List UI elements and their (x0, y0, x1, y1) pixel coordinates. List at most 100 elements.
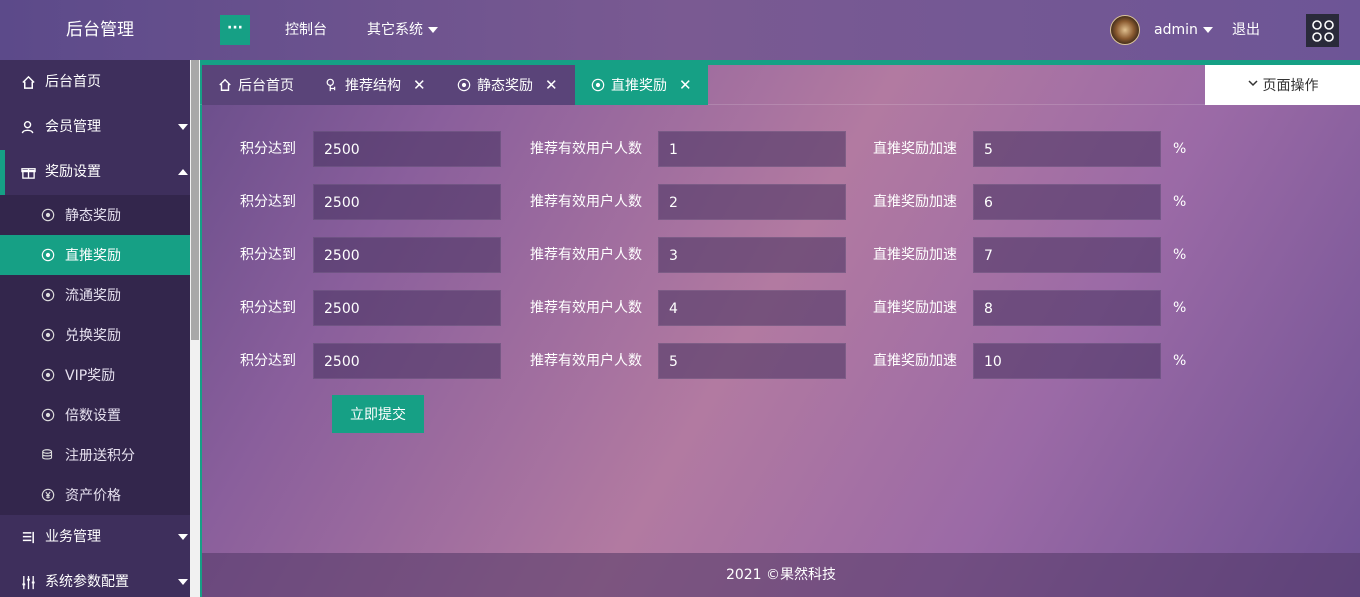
sidebar-subitem-label: 注册送积分 (65, 448, 135, 464)
sidebar-item-label: 业务管理 (45, 529, 101, 545)
users-input[interactable]: 4 (658, 290, 846, 326)
reward-rule-row: 积分达到 2500 推荐有效用户人数 5 直推奖励加速 10 % (202, 343, 1202, 379)
percent-label: % (1173, 353, 1187, 369)
sidebar-item-business[interactable]: 业务管理 (0, 515, 190, 560)
sidebar-subitem-label: VIP奖励 (65, 368, 116, 384)
tab-home[interactable]: 后台首页 (202, 65, 309, 105)
speed-input[interactable]: 7 (973, 237, 1161, 273)
speed-input[interactable]: 10 (973, 343, 1161, 379)
percent-label: % (1173, 194, 1187, 210)
page-operations-label: 页面操作 (1262, 78, 1319, 94)
sidebar-item-home[interactable]: 后台首页 (0, 60, 190, 105)
submit-button[interactable]: 立即提交 (332, 395, 424, 433)
settings-icon (40, 407, 56, 423)
points-label: 积分达到 (240, 194, 296, 210)
points-input[interactable]: 2500 (313, 131, 501, 167)
top-header: 后台管理 ··· 控制台 其它系统 admin 退出 (0, 0, 1360, 60)
sidebar-item-system-params[interactable]: 系统参数配置 (0, 560, 190, 597)
caret-down-icon (428, 27, 438, 33)
users-label: 推荐有效用户人数 (530, 247, 642, 263)
list-icon (20, 530, 36, 546)
settings-icon (40, 327, 56, 343)
database-icon (40, 447, 56, 463)
users-label: 推荐有效用户人数 (530, 353, 642, 369)
speed-label: 直推奖励加速 (873, 300, 957, 316)
sidebar-item-members[interactable]: 会员管理 (0, 105, 190, 150)
caret-down-icon (1202, 27, 1213, 33)
points-label: 积分达到 (240, 300, 296, 316)
settings-icon (591, 78, 605, 92)
chevron-down-icon (178, 579, 188, 585)
sidebar-subitem-static[interactable]: 静态奖励 (0, 195, 190, 235)
speed-input[interactable]: 6 (973, 184, 1161, 220)
tab-label: 后台首页 (238, 78, 294, 94)
home-icon (218, 78, 232, 92)
users-input[interactable]: 2 (658, 184, 846, 220)
speed-label: 直推奖励加速 (873, 247, 957, 263)
sidebar-item-label: 会员管理 (45, 119, 101, 135)
nav-other-systems-label: 其它系统 (367, 22, 423, 38)
home-icon (20, 75, 36, 91)
percent-label: % (1173, 300, 1187, 316)
sidebar-item-label: 系统参数配置 (45, 574, 129, 590)
close-icon[interactable]: ✕ (413, 77, 426, 93)
sidebar-subitem-circulation[interactable]: 流通奖励 (0, 275, 190, 315)
tab-label: 静态奖励 (477, 78, 533, 94)
logout-link[interactable]: 退出 (1232, 0, 1260, 60)
sliders-icon (20, 575, 36, 591)
percent-label: % (1173, 141, 1187, 157)
scrollbar-thumb[interactable] (191, 60, 199, 340)
tab-referral-structure[interactable]: 推荐结构 ✕ (309, 65, 441, 105)
nav-console[interactable]: 控制台 (285, 0, 327, 60)
avatar[interactable] (1110, 15, 1140, 45)
sidebar-item-label: 后台首页 (45, 74, 101, 90)
points-input[interactable]: 2500 (313, 290, 501, 326)
tab-bar: 后台首页 推荐结构 ✕ 静态奖励 ✕ 直推奖励 ✕ (200, 65, 1360, 105)
speed-label: 直推奖励加速 (873, 141, 957, 157)
close-icon[interactable]: ✕ (545, 77, 558, 93)
speed-label: 直推奖励加速 (873, 194, 957, 210)
sidebar-subitem-direct[interactable]: 直推奖励 (0, 235, 190, 275)
sidebar-subitem-label: 静态奖励 (65, 208, 121, 224)
chevron-down-icon (1247, 77, 1259, 93)
app-grid-icon[interactable] (1306, 14, 1339, 47)
app-title: 后台管理 (66, 20, 134, 40)
users-label: 推荐有效用户人数 (530, 141, 642, 157)
menu-toggle-button[interactable]: ··· (220, 15, 250, 45)
username: admin (1154, 22, 1198, 38)
user-icon (20, 120, 36, 136)
points-input[interactable]: 2500 (313, 184, 501, 220)
nav-other-systems[interactable]: 其它系统 (367, 0, 438, 60)
users-input[interactable]: 1 (658, 131, 846, 167)
sidebar-subitem-label: 倍数设置 (65, 408, 121, 424)
users-input[interactable]: 3 (658, 237, 846, 273)
sidebar-subitem-label: 兑换奖励 (65, 328, 121, 344)
sidebar-subitem-label: 流通奖励 (65, 288, 121, 304)
settings-icon (40, 207, 56, 223)
chevron-down-icon (178, 534, 188, 540)
tab-direct-reward[interactable]: 直推奖励 ✕ (575, 65, 708, 105)
points-input[interactable]: 2500 (313, 237, 501, 273)
tab-label: 直推奖励 (611, 78, 667, 94)
tab-static-reward[interactable]: 静态奖励 ✕ (441, 65, 575, 105)
close-icon[interactable]: ✕ (679, 77, 692, 93)
sidebar-subitem-register-points[interactable]: 注册送积分 (0, 435, 190, 475)
points-label: 积分达到 (240, 353, 296, 369)
user-menu[interactable]: admin (1154, 0, 1213, 60)
points-input[interactable]: 2500 (313, 343, 501, 379)
users-input[interactable]: 5 (658, 343, 846, 379)
speed-input[interactable]: 8 (973, 290, 1161, 326)
sidebar-subitem-vip[interactable]: VIP奖励 (0, 355, 190, 395)
reward-rule-row: 积分达到 2500 推荐有效用户人数 4 直推奖励加速 8 % (202, 290, 1202, 326)
sidebar-subitem-asset-price[interactable]: 资产价格 (0, 475, 190, 515)
chevron-up-icon (178, 169, 188, 175)
page-operations-button[interactable]: 页面操作 (1205, 65, 1360, 105)
yen-icon (40, 487, 56, 503)
reward-rule-row: 积分达到 2500 推荐有效用户人数 3 直推奖励加速 7 % (202, 237, 1202, 273)
sidebar-subitem-exchange[interactable]: 兑换奖励 (0, 315, 190, 355)
percent-label: % (1173, 247, 1187, 263)
sidebar-item-rewards[interactable]: 奖励设置 (0, 150, 190, 195)
sidebar-subitem-multiplier[interactable]: 倍数设置 (0, 395, 190, 435)
speed-input[interactable]: 5 (973, 131, 1161, 167)
settings-icon (40, 367, 56, 383)
